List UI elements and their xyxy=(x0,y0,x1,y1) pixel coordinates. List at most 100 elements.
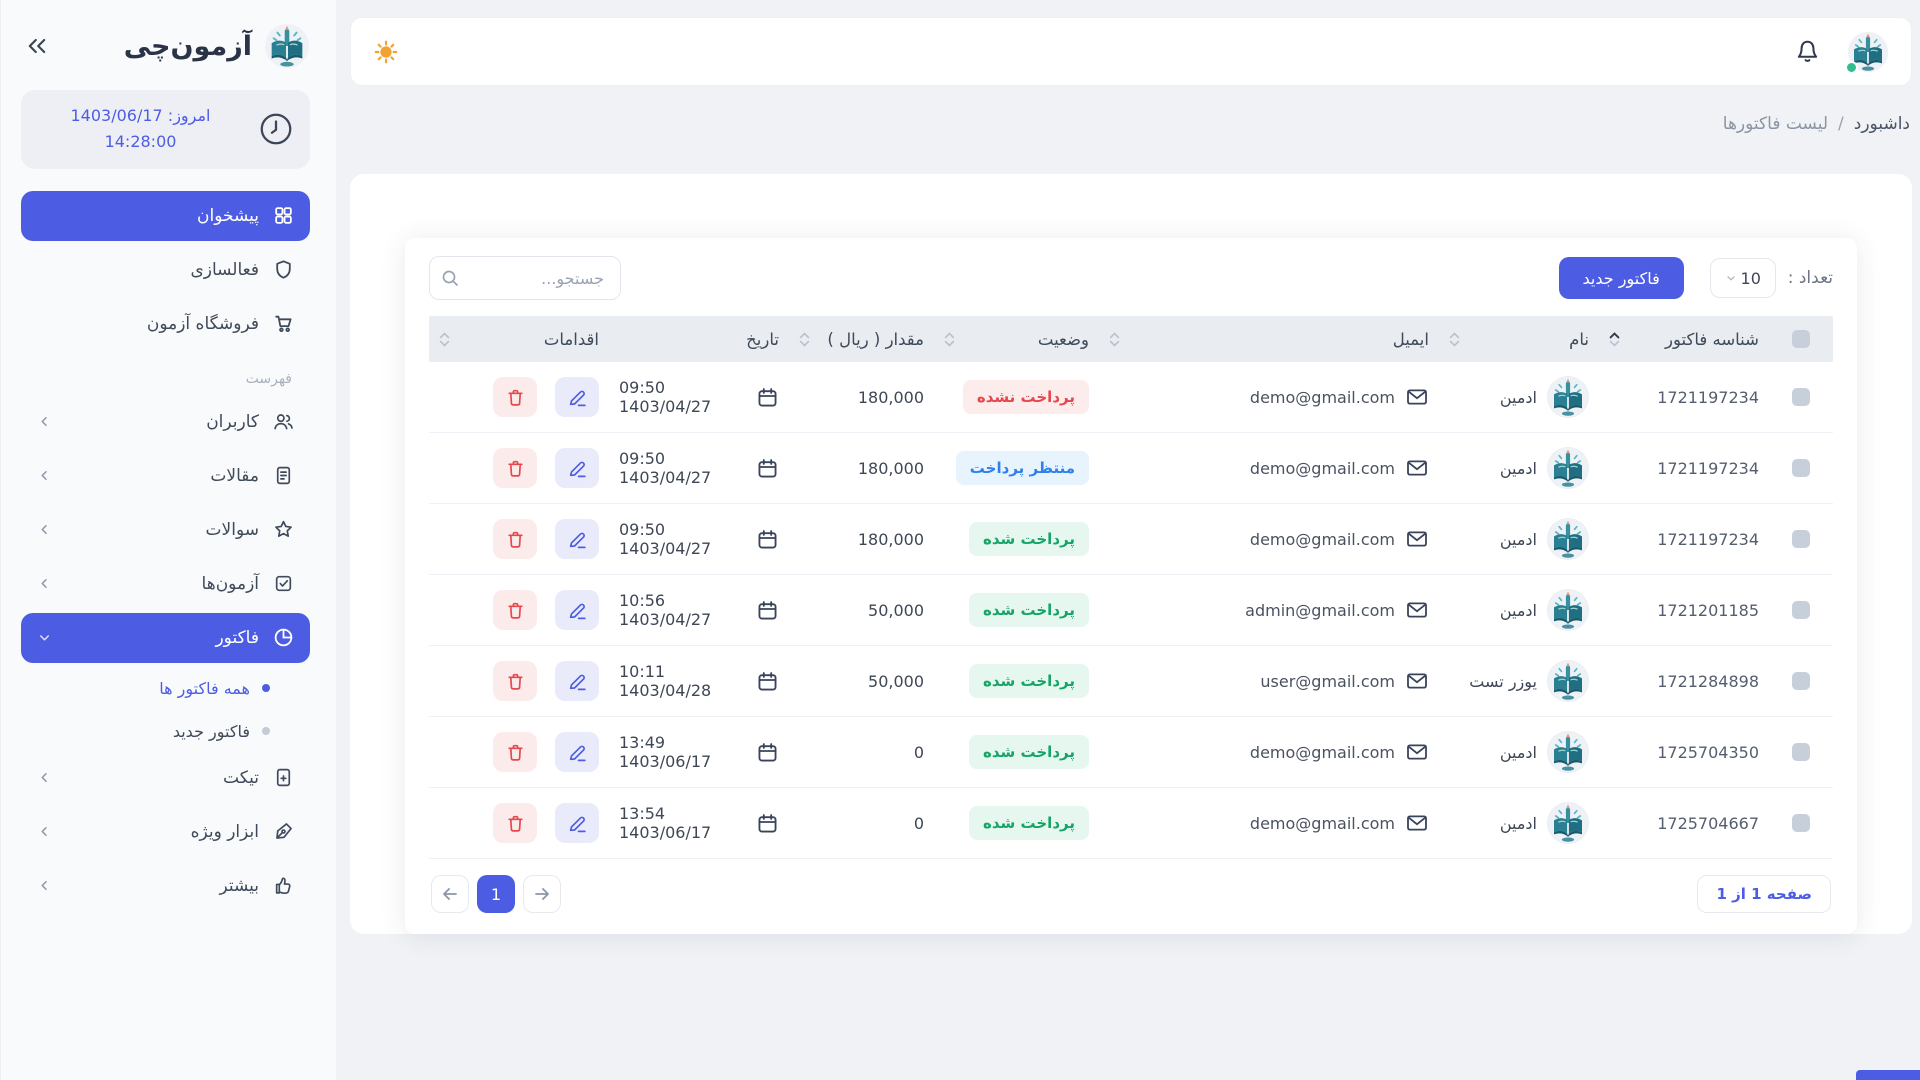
status-badge: پرداخت شده xyxy=(969,664,1089,698)
status-badge: پرداخت نشده xyxy=(963,380,1089,414)
sort-icon xyxy=(439,332,450,347)
check-square-icon xyxy=(273,573,294,594)
table-body: 1721197234 ادمین demo@gmail. xyxy=(429,362,1833,859)
next-page-button[interactable] xyxy=(523,875,561,913)
trash-icon xyxy=(505,387,526,408)
mail-icon xyxy=(1405,456,1429,480)
sidebar-item-more[interactable]: بیشتر xyxy=(21,861,310,911)
calendar-icon xyxy=(756,741,779,764)
sidebar-item-ticket[interactable]: تیکت xyxy=(21,753,310,803)
delete-invoice-button[interactable] xyxy=(493,661,537,701)
edit-invoice-button[interactable] xyxy=(555,590,599,630)
invoice-date: 10:11 1403/04/28 xyxy=(619,662,746,700)
user-name: ادمین xyxy=(1500,743,1537,762)
sidebar-subitem-new-invoice[interactable]: فاکتور جدید xyxy=(21,710,310,753)
invoice-date: 10:56 1403/04/27 xyxy=(619,591,746,629)
page-info: صفحه 1 از 1 xyxy=(1697,875,1831,913)
status-badge: پرداخت شده xyxy=(969,522,1089,556)
row-checkbox[interactable] xyxy=(1792,743,1810,761)
sidebar-item-users[interactable]: کاربران xyxy=(21,397,310,447)
sidebar-item-special-tools[interactable]: ابزار ویژه xyxy=(21,807,310,857)
sidebar-item-activation[interactable]: فعالسازی xyxy=(21,245,310,295)
header-status[interactable]: وضعیت xyxy=(934,330,1099,349)
user-email: user@gmail.com xyxy=(1260,672,1395,691)
star-icon xyxy=(273,519,294,540)
users-icon xyxy=(273,411,294,432)
breadcrumb-dashboard[interactable]: داشبورد xyxy=(1854,114,1910,134)
breadcrumb-separator: / xyxy=(1838,114,1844,134)
prev-page-button[interactable] xyxy=(431,875,469,913)
edit-invoice-button[interactable] xyxy=(555,803,599,843)
edit-invoice-button[interactable] xyxy=(555,519,599,559)
trash-icon xyxy=(505,742,526,763)
invoice-date: 13:54 1403/06/17 xyxy=(619,804,746,842)
calendar-icon xyxy=(756,457,779,480)
header-email[interactable]: ایمیل xyxy=(1099,330,1439,349)
shield-icon xyxy=(273,259,294,280)
edit-invoice-button[interactable] xyxy=(555,732,599,772)
delete-invoice-button[interactable] xyxy=(493,803,537,843)
row-checkbox[interactable] xyxy=(1792,814,1810,832)
delete-invoice-button[interactable] xyxy=(493,590,537,630)
row-checkbox[interactable] xyxy=(1792,530,1810,548)
sidebar-subitem-all-invoices[interactable]: همه فاکتور ها xyxy=(21,667,310,710)
topbar xyxy=(350,17,1912,86)
edit-invoice-button[interactable] xyxy=(555,377,599,417)
chevron-left-icon xyxy=(37,770,52,785)
user-avatar xyxy=(1547,376,1589,418)
status-badge: منتظر پرداخت xyxy=(956,451,1089,485)
table-row: 1721197234 ادمین demo@gmail. xyxy=(429,433,1833,504)
amount-value: 180,000 xyxy=(858,388,924,407)
invoice-date: 09:50 1403/04/27 xyxy=(619,378,746,416)
mail-icon xyxy=(1405,669,1429,693)
row-checkbox[interactable] xyxy=(1792,601,1810,619)
sidebar-item-exam-shop[interactable]: فروشگاه آزمون xyxy=(21,299,310,349)
status-badge: پرداخت شده xyxy=(969,806,1089,840)
delete-invoice-button[interactable] xyxy=(493,377,537,417)
sidebar-item-exams[interactable]: آزمون‌ها xyxy=(21,559,310,609)
sidebar-item-articles[interactable]: مقالات xyxy=(21,451,310,501)
header-amount[interactable]: مقدار ( ریال ) xyxy=(789,330,934,349)
row-checkbox[interactable] xyxy=(1792,672,1810,690)
sidebar-collapse-icon[interactable] xyxy=(21,30,53,62)
bullet-dot-icon xyxy=(262,684,270,692)
delete-invoice-button[interactable] xyxy=(493,519,537,559)
page-size-select[interactable]: 10 xyxy=(1710,258,1776,298)
user-avatar xyxy=(1547,518,1589,560)
app-title: آزمون‌چی xyxy=(65,31,252,62)
row-checkbox[interactable] xyxy=(1792,388,1810,406)
theme-toggle-sun-icon[interactable] xyxy=(373,39,399,65)
chevron-down-icon xyxy=(1725,272,1737,284)
date-widget: امروز: 1403/06/17 14:28:00 xyxy=(21,90,310,169)
chevron-left-icon xyxy=(37,824,52,839)
page-1-button[interactable]: 1 xyxy=(477,875,515,913)
user-email: admin@gmail.com xyxy=(1245,601,1395,620)
invoice-id: 1725704350 xyxy=(1657,743,1759,762)
delete-invoice-button[interactable] xyxy=(493,732,537,772)
chevron-left-icon xyxy=(37,468,52,483)
mail-icon xyxy=(1405,527,1429,551)
mail-icon xyxy=(1405,385,1429,409)
select-all-checkbox[interactable] xyxy=(1792,330,1810,348)
new-invoice-button[interactable]: فاکتور جدید xyxy=(1559,257,1684,299)
edit-invoice-button[interactable] xyxy=(555,661,599,701)
grid-icon xyxy=(273,205,294,226)
notifications-bell-icon[interactable] xyxy=(1794,38,1821,65)
header-name[interactable]: نام xyxy=(1439,330,1599,349)
header-invoice-id[interactable]: شناسه فاکتور xyxy=(1599,330,1769,349)
calendar-icon xyxy=(756,670,779,693)
sidebar-item-invoice[interactable]: فاکتور xyxy=(21,613,310,663)
delete-invoice-button[interactable] xyxy=(493,448,537,488)
user-name: ادمین xyxy=(1500,459,1537,478)
user-avatar xyxy=(1547,802,1589,844)
sidebar-item-dashboard[interactable]: پیشخوان xyxy=(21,191,310,241)
sidebar-item-questions[interactable]: سوالات xyxy=(21,505,310,555)
amount-value: 50,000 xyxy=(868,601,924,620)
bottom-widget-sliver[interactable] xyxy=(1856,1070,1920,1080)
pen-tool-icon xyxy=(273,821,294,842)
ticket-icon xyxy=(273,767,294,788)
row-checkbox[interactable] xyxy=(1792,459,1810,477)
header-date[interactable]: تاریخ xyxy=(609,330,789,349)
current-time: 14:28:00 xyxy=(37,129,244,155)
edit-invoice-button[interactable] xyxy=(555,448,599,488)
